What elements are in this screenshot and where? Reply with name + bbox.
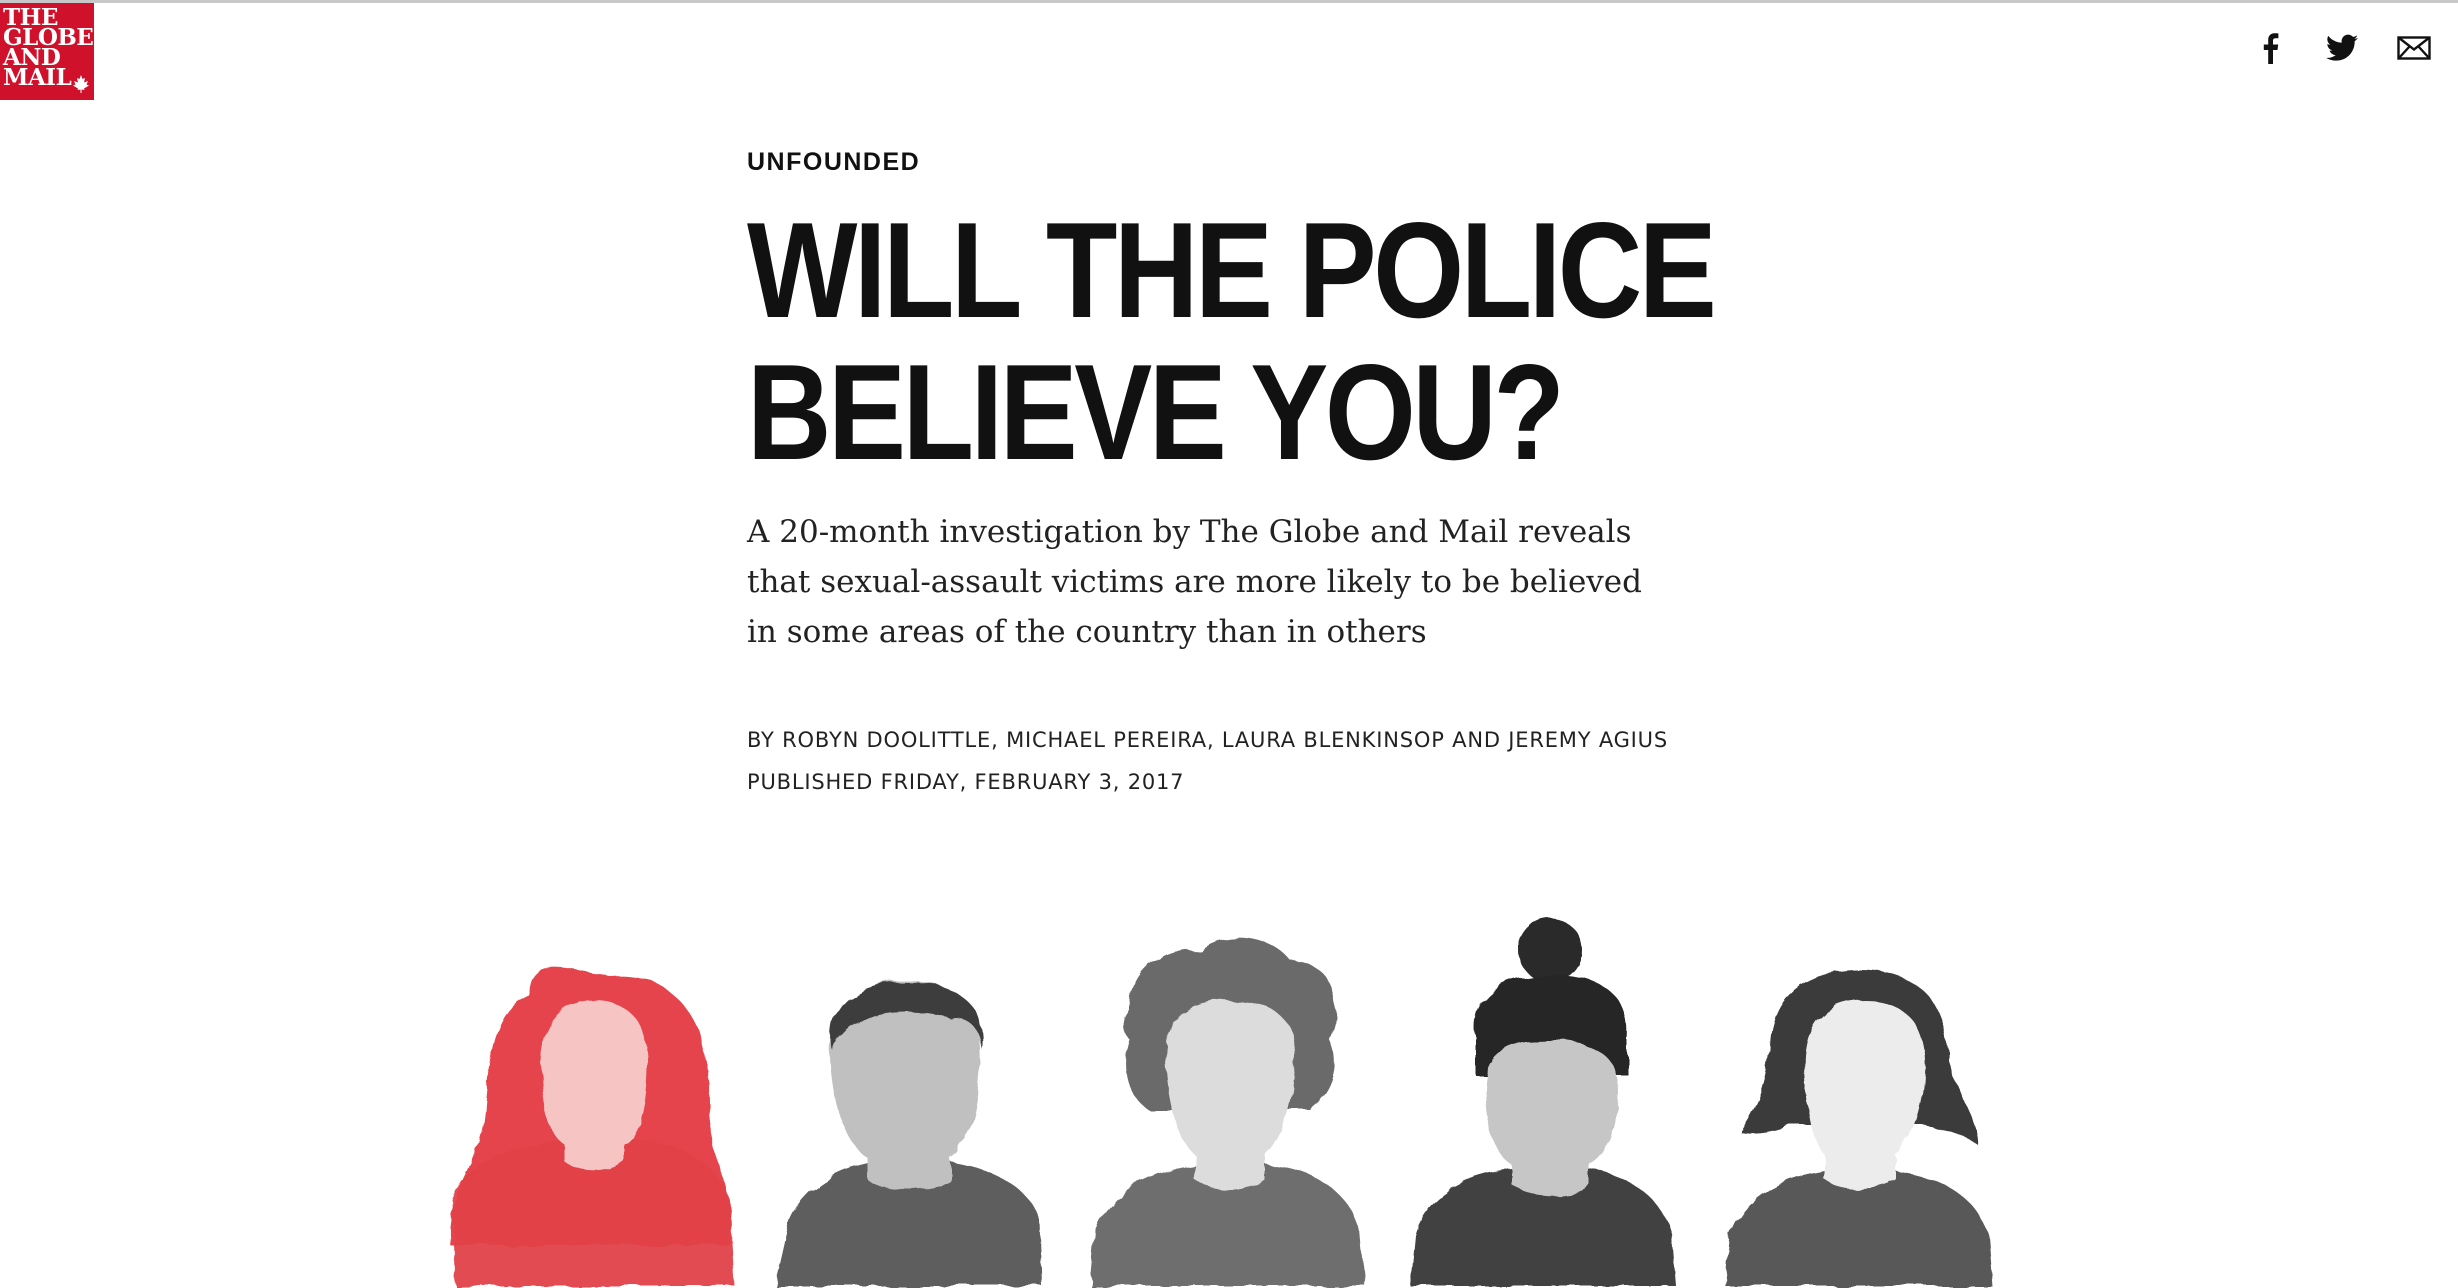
headline-line-2: BELIEVE YOU? (747, 336, 1565, 488)
figure-gray-curly-hair (1090, 937, 1365, 1286)
top-rule (0, 0, 2458, 3)
headline-line-1: WILL THE POLICE (747, 194, 1717, 346)
publish-date: PUBLISHED FRIDAY, FEBRUARY 3, 2017 (747, 770, 1185, 794)
headline: WILL THE POLICE BELIEVE YOU? (747, 199, 1719, 483)
maple-leaf-icon (73, 75, 89, 93)
section-kicker: UNFOUNDED (747, 148, 921, 176)
twitter-icon (2326, 34, 2358, 61)
globe-and-mail-logo[interactable]: THE GLOBE AND MAIL (0, 3, 94, 100)
email-icon (2397, 36, 2431, 60)
facebook-icon (2263, 33, 2279, 64)
facebook-share-button[interactable] (2252, 30, 2288, 66)
figure-gray-short-hair (775, 980, 1042, 1286)
illustration-svg (448, 918, 1992, 1286)
five-figures-illustration (440, 900, 2040, 1288)
share-toolbar (2252, 30, 2432, 66)
figure-gray-bun (1410, 918, 1676, 1286)
byline: BY ROBYN DOOLITTLE, MICHAEL PEREIRA, LAU… (747, 728, 1668, 752)
article-dek: A 20-month investigation by The Globe an… (747, 514, 1642, 650)
twitter-share-button[interactable] (2324, 30, 2360, 66)
figure-red (448, 968, 735, 1286)
article-header: UNFOUNDED WILL THE POLICE BELIEVE YOU? A… (747, 148, 1747, 803)
article-meta: BY ROBYN DOOLITTLE, MICHAEL PEREIRA, LAU… (747, 719, 1747, 803)
figure-gray-bob (1725, 970, 1992, 1286)
email-share-button[interactable] (2396, 30, 2432, 66)
